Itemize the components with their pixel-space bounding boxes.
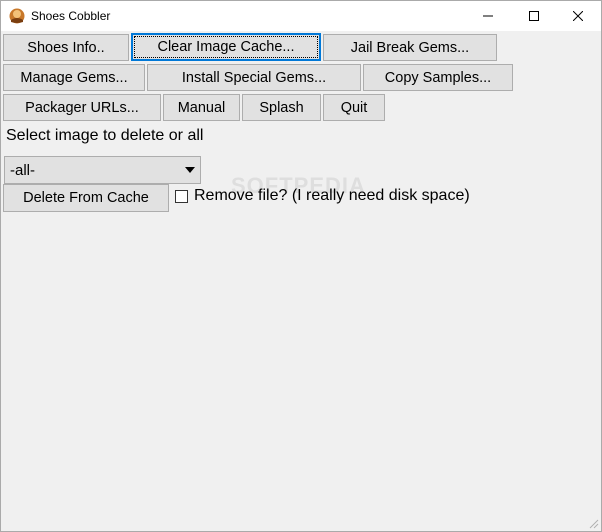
- jail-break-gems-button[interactable]: Jail Break Gems...: [323, 34, 497, 61]
- splash-button[interactable]: Splash: [242, 94, 321, 121]
- shoes-app-icon: [9, 8, 25, 24]
- remove-file-label: Remove file? (I really need disk space): [194, 187, 470, 204]
- image-select-dropdown[interactable]: -all-: [4, 156, 201, 184]
- copy-samples-button[interactable]: Copy Samples...: [363, 64, 513, 91]
- close-button[interactable]: [555, 1, 601, 31]
- delete-from-cache-button[interactable]: Delete From Cache: [3, 184, 169, 212]
- install-special-gems-button[interactable]: Install Special Gems...: [147, 64, 361, 91]
- packager-urls-button[interactable]: Packager URLs...: [3, 94, 161, 121]
- close-icon: [573, 11, 583, 21]
- title-bar[interactable]: Shoes Cobbler: [1, 1, 601, 31]
- remove-file-option[interactable]: Remove file? (I really need disk space): [175, 185, 470, 207]
- shoes-info-button[interactable]: Shoes Info..: [3, 34, 129, 61]
- maximize-icon: [529, 11, 539, 21]
- resize-grip-icon[interactable]: [587, 517, 599, 529]
- image-select-value: -all-: [10, 162, 35, 179]
- window-title: Shoes Cobbler: [31, 9, 111, 23]
- minimize-icon: [483, 15, 493, 17]
- clear-image-cache-button[interactable]: Clear Image Cache...: [131, 33, 321, 61]
- maximize-button[interactable]: [511, 1, 557, 31]
- remove-file-checkbox[interactable]: [175, 189, 188, 203]
- app-window: Shoes Cobbler Shoes Info.. Clear Image C…: [0, 0, 602, 532]
- minimize-button[interactable]: [465, 1, 511, 31]
- manage-gems-button[interactable]: Manage Gems...: [3, 64, 145, 91]
- quit-button[interactable]: Quit: [323, 94, 385, 121]
- manual-button[interactable]: Manual: [163, 94, 240, 121]
- select-image-prompt: Select image to delete or all: [6, 127, 204, 144]
- chevron-down-icon: [185, 167, 195, 173]
